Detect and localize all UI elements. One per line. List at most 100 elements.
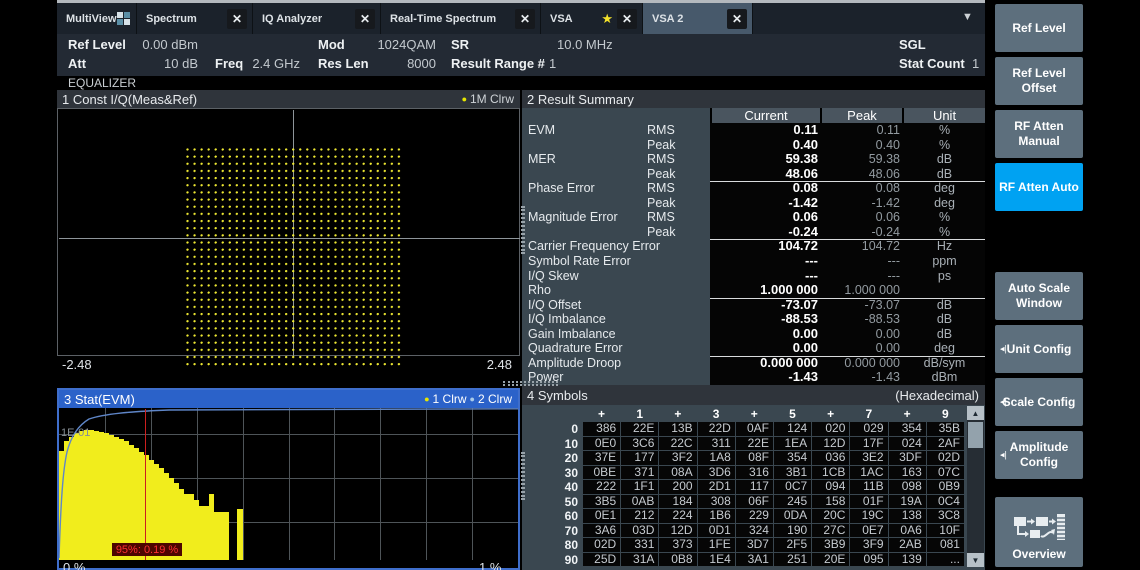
symbols-scrollbar[interactable]: ▲ ▼ — [967, 406, 984, 567]
symbols-cell[interactable]: 07C — [927, 466, 964, 480]
symbols-cell[interactable]: 138 — [889, 509, 926, 523]
symbols-cell[interactable]: 251 — [774, 553, 811, 567]
symbols-cell[interactable]: 17F — [850, 437, 887, 451]
symbols-cell[interactable]: 3A1 — [736, 553, 773, 567]
mod-value[interactable]: 1024QAM — [357, 37, 436, 52]
symbols-cell[interactable]: 0C7 — [774, 480, 811, 494]
symbols-cell[interactable]: 3A6 — [583, 524, 620, 538]
symbols-cell[interactable]: 10F — [927, 524, 964, 538]
symbols-cell[interactable]: 37E — [583, 451, 620, 465]
symbols-cell[interactable]: 08F — [736, 451, 773, 465]
symbols-cell[interactable]: ... — [927, 553, 964, 567]
scrollbar-thumb[interactable] — [968, 422, 983, 448]
symbols-cell[interactable]: 03D — [621, 524, 658, 538]
symbols-cell[interactable]: 0B8 — [659, 553, 696, 567]
symbols-cell[interactable]: 245 — [774, 495, 811, 509]
symbols-cell[interactable]: 081 — [927, 538, 964, 552]
window4-titlebar[interactable]: 4 Symbols (Hexadecimal) — [522, 385, 985, 405]
symbols-cell[interactable]: 20E — [812, 553, 849, 567]
symbols-cell[interactable]: 13B — [659, 422, 696, 436]
symbols-cell[interactable]: 1E4 — [698, 553, 735, 567]
symbols-cell[interactable]: 06F — [736, 495, 773, 509]
symbols-cell[interactable]: 200 — [659, 480, 696, 494]
softkey-rf-atten-manual[interactable]: RF Atten Manual — [995, 110, 1083, 158]
symbols-cell[interactable]: 0C4 — [927, 495, 964, 509]
symbols-cell[interactable]: 08A — [659, 466, 696, 480]
symbols-cell[interactable]: 117 — [736, 480, 773, 494]
symbols-cell[interactable]: 22D — [698, 422, 735, 436]
symbols-cell[interactable]: 324 — [736, 524, 773, 538]
ref-level-value[interactable]: 0.00 dBm — [127, 37, 198, 52]
symbols-cell[interactable]: 098 — [889, 480, 926, 494]
symbols-cell[interactable]: 158 — [812, 495, 849, 509]
symbols-cell[interactable]: 212 — [621, 509, 658, 523]
symbols-cell[interactable]: 0DA — [774, 509, 811, 523]
symbols-cell[interactable]: 2AF — [927, 437, 964, 451]
symbols-cell[interactable]: 308 — [698, 495, 735, 509]
splitter-vertical-bottom[interactable] — [521, 452, 525, 500]
symbols-cell[interactable]: 22C — [659, 437, 696, 451]
symbols-cell[interactable]: 124 — [774, 422, 811, 436]
scroll-down-icon[interactable]: ▼ — [967, 553, 984, 567]
symbols-cell[interactable]: 0A6 — [889, 524, 926, 538]
evm-histogram-plot[interactable]: 1E-01 95%: 0.19 % — [59, 408, 518, 560]
close-icon[interactable]: ✕ — [515, 9, 535, 29]
symbols-cell[interactable]: 2F5 — [774, 538, 811, 552]
symbols-cell[interactable]: 3B9 — [812, 538, 849, 552]
symbols-cell[interactable]: 3DF — [889, 451, 926, 465]
symbols-cell[interactable]: 27C — [812, 524, 849, 538]
symbols-cell[interactable]: 01F — [850, 495, 887, 509]
symbols-cell[interactable]: 224 — [659, 509, 696, 523]
close-icon[interactable]: ✕ — [727, 9, 747, 29]
symbols-cell[interactable]: 094 — [812, 480, 849, 494]
softkey-scale-config[interactable]: ◂| Scale Config — [995, 378, 1083, 426]
symbols-cell[interactable]: 020 — [812, 422, 849, 436]
symbols-cell[interactable]: 22E — [736, 437, 773, 451]
symbols-cell[interactable]: 2D1 — [698, 480, 735, 494]
symbols-cell[interactable]: 229 — [736, 509, 773, 523]
symbols-cell[interactable]: 2AB — [889, 538, 926, 552]
symbols-cell[interactable]: 12D — [812, 437, 849, 451]
symbols-cell[interactable]: 02D — [583, 538, 620, 552]
tab-iq-analyzer[interactable]: IQ Analyzer ✕ — [253, 3, 381, 34]
symbols-cell[interactable]: 1A8 — [698, 451, 735, 465]
scroll-up-icon[interactable]: ▲ — [967, 406, 984, 420]
symbols-cell[interactable]: 036 — [812, 451, 849, 465]
symbols-cell[interactable]: 1EA — [774, 437, 811, 451]
splitter-horizontal[interactable] — [503, 381, 558, 386]
symbols-cell[interactable]: 3F9 — [850, 538, 887, 552]
symbols-cell[interactable]: 3D7 — [736, 538, 773, 552]
symbols-cell[interactable]: 386 — [583, 422, 620, 436]
tab-overflow-dropdown-icon[interactable]: ▼ — [962, 11, 973, 23]
softkey-ref-level[interactable]: Ref Level — [995, 4, 1083, 52]
tab-vsa[interactable]: VSA ★ ✕ — [541, 3, 643, 34]
symbols-cell[interactable]: 31A — [621, 553, 658, 567]
symbols-cell[interactable]: 02D — [927, 451, 964, 465]
symbols-cell[interactable]: 354 — [889, 422, 926, 436]
symbols-cell[interactable]: 331 — [621, 538, 658, 552]
symbols-cell[interactable]: 354 — [774, 451, 811, 465]
symbols-cell[interactable]: 3E2 — [850, 451, 887, 465]
symbols-cell[interactable]: 0E1 — [583, 509, 620, 523]
symbols-cell[interactable]: 20C — [812, 509, 849, 523]
symbols-cell[interactable]: 3F2 — [659, 451, 696, 465]
symbols-cell[interactable]: 177 — [621, 451, 658, 465]
symbols-cell[interactable]: 0B9 — [927, 480, 964, 494]
softkey-overview[interactable]: Overview — [995, 497, 1083, 567]
softkey-ref-level-offset[interactable]: Ref Level Offset — [995, 57, 1083, 105]
symbols-cell[interactable]: 184 — [659, 495, 696, 509]
symbols-cell[interactable]: 1CB — [812, 466, 849, 480]
softkey-unit-config[interactable]: ◂| Unit Config — [995, 325, 1083, 373]
close-icon[interactable]: ✕ — [227, 9, 247, 29]
symbols-cell[interactable]: 316 — [736, 466, 773, 480]
window3-titlebar[interactable]: 3 Stat(EVM) ● 1 Clrw ● 2 Clrw — [59, 390, 518, 408]
splitter-vertical-top[interactable] — [521, 206, 525, 254]
symbols-cell[interactable]: 12D — [659, 524, 696, 538]
symbols-cell[interactable]: 373 — [659, 538, 696, 552]
symbols-cell[interactable]: 19C — [850, 509, 887, 523]
tab-multiview[interactable]: MultiView — [57, 3, 137, 34]
symbols-cell[interactable]: 311 — [698, 437, 735, 451]
close-icon[interactable]: ✕ — [355, 9, 375, 29]
window2-titlebar[interactable]: 2 Result Summary — [522, 90, 985, 108]
symbols-cell[interactable]: 1F1 — [621, 480, 658, 494]
